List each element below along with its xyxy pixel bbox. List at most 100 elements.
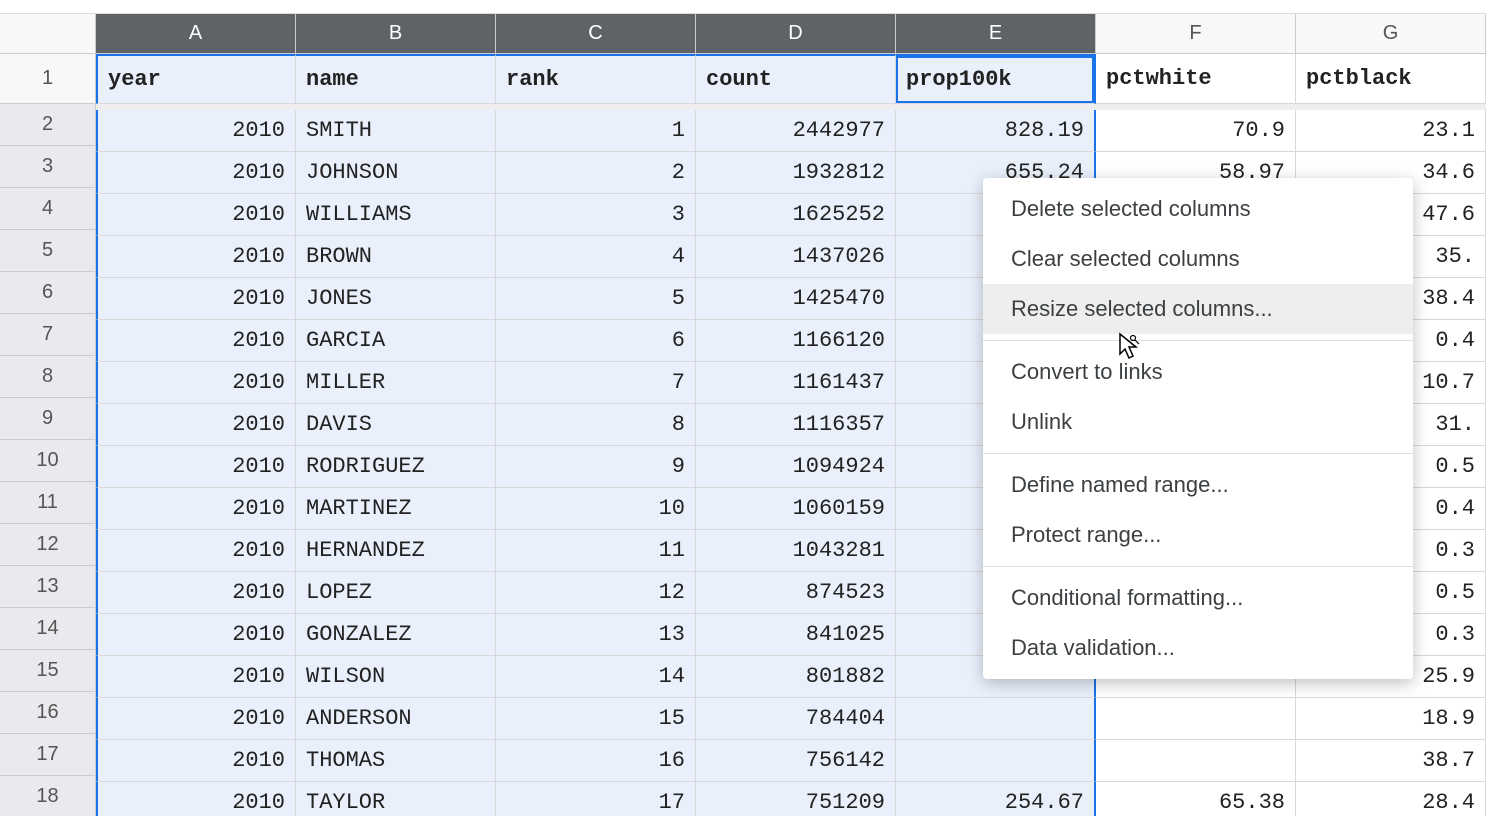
header-cell-pctblack[interactable]: pctblack (1296, 54, 1486, 104)
cell[interactable]: 38.7 (1296, 740, 1486, 782)
header-cell-name[interactable]: name (296, 54, 496, 104)
menu-item-define-named-range[interactable]: Define named range... (983, 460, 1413, 510)
cell[interactable]: 2010 (96, 782, 296, 816)
column-header-A[interactable]: A (96, 14, 296, 54)
cell[interactable]: WILSON (296, 656, 496, 698)
menu-item-resize-selected-columns[interactable]: Resize selected columns... (983, 284, 1413, 334)
row-header-5[interactable]: 5 (0, 230, 96, 272)
cell[interactable]: THOMAS (296, 740, 496, 782)
cell[interactable]: 874523 (696, 572, 896, 614)
cell[interactable]: MARTINEZ (296, 488, 496, 530)
cell[interactable]: 11 (496, 530, 696, 572)
cell[interactable]: RODRIGUEZ (296, 446, 496, 488)
menu-item-data-validation[interactable]: Data validation... (983, 623, 1413, 673)
cell[interactable]: 18.9 (1296, 698, 1486, 740)
cell[interactable]: 13 (496, 614, 696, 656)
cell[interactable]: 2010 (96, 362, 296, 404)
cell[interactable]: WILLIAMS (296, 194, 496, 236)
cell[interactable]: 2010 (96, 656, 296, 698)
row-header-6[interactable]: 6 (0, 272, 96, 314)
cell[interactable]: 2010 (96, 740, 296, 782)
cell[interactable]: DAVIS (296, 404, 496, 446)
menu-item-convert-to-links[interactable]: Convert to links (983, 347, 1413, 397)
row-header-18[interactable]: 18 (0, 776, 96, 816)
menu-item-delete-selected-columns[interactable]: Delete selected columns (983, 184, 1413, 234)
header-cell-count[interactable]: count (696, 54, 896, 104)
cell[interactable]: 1166120 (696, 320, 896, 362)
cell[interactable]: 2010 (96, 320, 296, 362)
row-header-14[interactable]: 14 (0, 608, 96, 650)
cell[interactable]: 2010 (96, 446, 296, 488)
column-header-D[interactable]: D (696, 14, 896, 54)
row-header-15[interactable]: 15 (0, 650, 96, 692)
cell[interactable] (1096, 698, 1296, 740)
cell[interactable]: GONZALEZ (296, 614, 496, 656)
header-cell-pctwhite[interactable]: pctwhite (1096, 54, 1296, 104)
row-header-7[interactable]: 7 (0, 314, 96, 356)
row-header-17[interactable]: 17 (0, 734, 96, 776)
cell[interactable]: 756142 (696, 740, 896, 782)
select-all-corner[interactable] (0, 14, 96, 54)
row-header-16[interactable]: 16 (0, 692, 96, 734)
row-header-4[interactable]: 4 (0, 188, 96, 230)
row-header-3[interactable]: 3 (0, 146, 96, 188)
row-header-13[interactable]: 13 (0, 566, 96, 608)
column-header-F[interactable]: F (1096, 14, 1296, 54)
cell[interactable] (1096, 740, 1296, 782)
cell[interactable]: 5 (496, 278, 696, 320)
menu-item-conditional-formatting[interactable]: Conditional formatting... (983, 573, 1413, 623)
cell[interactable]: 9 (496, 446, 696, 488)
cell[interactable]: 254.67 (896, 782, 1096, 816)
cell[interactable]: JOHNSON (296, 152, 496, 194)
cell[interactable]: 1625252 (696, 194, 896, 236)
column-header-C[interactable]: C (496, 14, 696, 54)
cell[interactable]: 2010 (96, 572, 296, 614)
cell[interactable]: 16 (496, 740, 696, 782)
cell[interactable]: 23.1 (1296, 110, 1486, 152)
cell[interactable]: 801882 (696, 656, 896, 698)
cell[interactable]: 6 (496, 320, 696, 362)
cell[interactable]: 1425470 (696, 278, 896, 320)
cell[interactable]: 828.19 (896, 110, 1096, 152)
cell[interactable]: 2010 (96, 236, 296, 278)
cell[interactable]: 3 (496, 194, 696, 236)
row-header-12[interactable]: 12 (0, 524, 96, 566)
cell[interactable]: TAYLOR (296, 782, 496, 816)
cell[interactable]: 28.4 (1296, 782, 1486, 816)
cell[interactable]: 1932812 (696, 152, 896, 194)
cell[interactable]: 841025 (696, 614, 896, 656)
cell[interactable]: 12 (496, 572, 696, 614)
cell[interactable]: 1043281 (696, 530, 896, 572)
menu-item-unlink[interactable]: Unlink (983, 397, 1413, 447)
cell[interactable] (896, 740, 1096, 782)
cell[interactable]: GARCIA (296, 320, 496, 362)
row-header-8[interactable]: 8 (0, 356, 96, 398)
cell[interactable]: 2442977 (696, 110, 896, 152)
cell[interactable]: 2010 (96, 530, 296, 572)
cell[interactable]: 10 (496, 488, 696, 530)
cell[interactable]: 751209 (696, 782, 896, 816)
cell[interactable]: 17 (496, 782, 696, 816)
row-header-2[interactable]: 2 (0, 104, 96, 146)
cell[interactable]: 15 (496, 698, 696, 740)
cell[interactable]: 4 (496, 236, 696, 278)
column-header-E[interactable]: E (896, 14, 1096, 54)
row-header-11[interactable]: 11 (0, 482, 96, 524)
cell[interactable]: 2010 (96, 278, 296, 320)
cell[interactable]: MILLER (296, 362, 496, 404)
cell[interactable]: 8 (496, 404, 696, 446)
column-header-B[interactable]: B (296, 14, 496, 54)
row-header-9[interactable]: 9 (0, 398, 96, 440)
cell[interactable]: BROWN (296, 236, 496, 278)
cell[interactable]: 65.38 (1096, 782, 1296, 816)
cell[interactable]: 2010 (96, 698, 296, 740)
cell[interactable]: 1161437 (696, 362, 896, 404)
header-cell-year[interactable]: year (96, 54, 296, 104)
menu-item-clear-selected-columns[interactable]: Clear selected columns (983, 234, 1413, 284)
row-header-1[interactable]: 1 (0, 54, 96, 104)
cell[interactable]: 14 (496, 656, 696, 698)
cell[interactable]: 70.9 (1096, 110, 1296, 152)
cell[interactable]: 1116357 (696, 404, 896, 446)
cell[interactable]: HERNANDEZ (296, 530, 496, 572)
cell[interactable]: 2010 (96, 194, 296, 236)
